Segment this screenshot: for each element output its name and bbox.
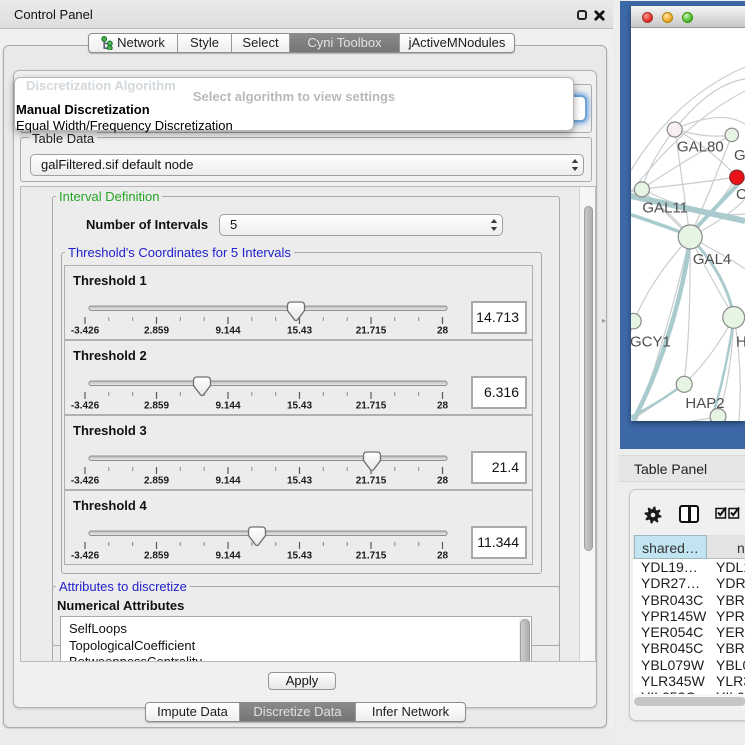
svg-text:2.859: 2.859	[144, 401, 169, 412]
svg-text:9.144: 9.144	[215, 326, 240, 337]
svg-text:-3.426: -3.426	[71, 551, 100, 562]
svg-text:2.859: 2.859	[144, 326, 169, 337]
svg-text:21.715: 21.715	[356, 551, 387, 562]
svg-text:2.859: 2.859	[144, 476, 169, 487]
svg-text:28: 28	[437, 551, 449, 562]
svg-text:28: 28	[437, 476, 449, 487]
svg-text:9.144: 9.144	[215, 401, 240, 412]
svg-text:H: H	[736, 334, 745, 351]
svg-text:15.43: 15.43	[287, 476, 312, 487]
svg-text:-3.426: -3.426	[71, 401, 100, 412]
svg-text:2.859: 2.859	[144, 551, 169, 562]
svg-text:21.715: 21.715	[356, 401, 387, 412]
svg-text:28: 28	[437, 401, 449, 412]
svg-text:GAL4: GAL4	[693, 251, 731, 268]
svg-text:-3.426: -3.426	[71, 476, 100, 487]
svg-text:9.144: 9.144	[215, 476, 240, 487]
svg-text:G: G	[734, 147, 745, 164]
svg-text:15.43: 15.43	[287, 326, 312, 337]
svg-text:GAL11: GAL11	[642, 200, 688, 217]
svg-text:15.43: 15.43	[287, 551, 312, 562]
svg-text:GCY1: GCY1	[631, 334, 671, 351]
svg-text:C: C	[736, 186, 745, 203]
svg-text:15.43: 15.43	[287, 401, 312, 412]
svg-text:-3.426: -3.426	[71, 326, 100, 337]
svg-text:28: 28	[437, 326, 449, 337]
svg-text:21.715: 21.715	[356, 476, 387, 487]
svg-text:9.144: 9.144	[215, 551, 240, 562]
svg-text:GAL80: GAL80	[677, 139, 724, 156]
svg-text:21.715: 21.715	[356, 326, 387, 337]
svg-text:HAP2: HAP2	[685, 395, 724, 412]
